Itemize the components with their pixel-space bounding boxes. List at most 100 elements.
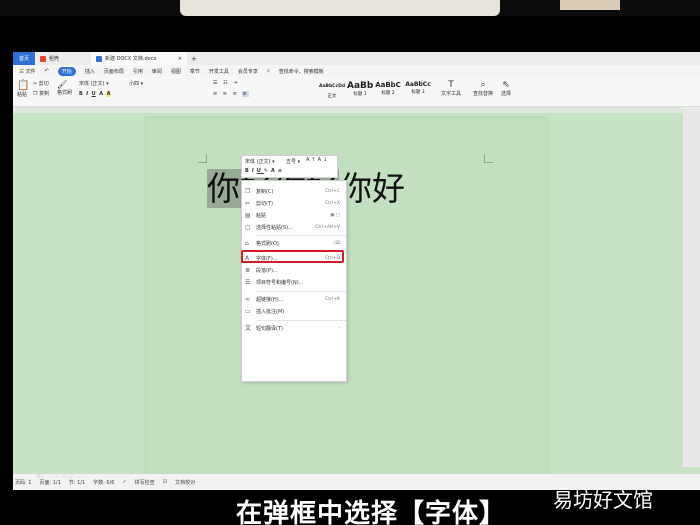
menu-item-copy[interactable]: ❐ 复制(C) Ctrl+C — [242, 186, 346, 197]
bold-icon[interactable]: B — [79, 91, 83, 97]
tab-home[interactable]: 首页 — [13, 52, 35, 65]
menu-item-paragraph[interactable]: ≣ 段落(P)... — [242, 265, 346, 276]
bullets-icon[interactable]: ☰ — [213, 80, 219, 86]
align-right-icon[interactable]: ≡ — [233, 91, 239, 97]
mini-underline-icon[interactable]: U — [257, 168, 264, 174]
menu-item-cut-label: 剪切(T) — [256, 201, 273, 207]
doc-check-icon[interactable]: ☑ — [163, 479, 167, 485]
menu-section[interactable]: 章节 — [190, 68, 200, 75]
spellcheck-icon[interactable]: ✓ — [122, 479, 126, 485]
justify-icon[interactable]: ≡ — [242, 91, 249, 97]
ribbon: 📋 粘贴 ✂ 剪切 ❐ 复制 🖌 格式刷 宋体 (正文) ▾ 小四 ▾ B I … — [13, 77, 700, 107]
mini-font-select[interactable]: 宋体 (正文) ▾ — [245, 158, 275, 165]
mini-align-icon[interactable]: ≡ — [278, 168, 285, 174]
paste-special-icon: ▢ — [245, 223, 251, 231]
font-size-select[interactable]: 小四 ▾ — [129, 80, 143, 87]
style-heading3[interactable]: AaBbCc 标题 3 — [405, 81, 431, 101]
font-name-value: 宋体 (正文) — [79, 81, 105, 87]
status-words[interactable]: 字数: 6/6 — [93, 479, 114, 486]
context-menu: ❐ 复制(C) Ctrl+C ✂ 剪切(T) Ctrl+X ▤ 粘贴 ▣ ▢ ▢ 选择性粘贴(… — [241, 180, 347, 382]
style-heading2-label: 标题 2 — [381, 91, 395, 96]
menu-item-paragraph-label: 段落(P)... — [256, 268, 278, 274]
menu-view[interactable]: 视图 — [171, 68, 181, 75]
video-caption-bar: 在弹框中选择【字体】 易坊好文馆 — [0, 488, 700, 525]
style-heading3-label: 标题 3 — [411, 90, 425, 95]
paste-button[interactable]: 📋 粘贴 — [17, 80, 29, 98]
style-heading2-preview: AaBbC — [375, 81, 401, 89]
menu-item-translate[interactable]: 文短句翻译(T) › — [242, 323, 346, 334]
menu-item-hyperlink-label: 超链接(H)... — [256, 297, 284, 303]
paste-label: 粘贴 — [17, 92, 28, 98]
menu-insert[interactable]: 插入 — [85, 68, 95, 75]
status-doc-check[interactable]: 文档校对 — [175, 479, 195, 486]
style-heading2[interactable]: AaBbC 标题 2 — [375, 81, 401, 101]
tab-document[interactable]: 新建 DOCX 文档.docx × — [91, 52, 187, 65]
mini-font-color-icon[interactable]: A — [271, 168, 278, 174]
align-center-icon[interactable]: ≡ — [223, 91, 229, 97]
menu-item-paste[interactable]: ▤ 粘贴 ▣ ▢ — [242, 210, 346, 221]
style-normal[interactable]: AaBbCcDd 正文 — [319, 81, 345, 101]
undo-icon[interactable]: ↶ — [45, 68, 49, 74]
style-heading1[interactable]: AaBb 标题 1 — [347, 81, 373, 101]
menu-item-cut[interactable]: ✂ 剪切(T) Ctrl+X — [242, 198, 346, 209]
menu-item-comment[interactable]: ▭ 插入批注(M) — [242, 306, 346, 317]
brush-icon: 🖌 — [57, 80, 68, 89]
text-tools-button[interactable]: T 文字工具 — [441, 80, 461, 97]
tab-docer[interactable]: 稻壳 — [35, 52, 91, 65]
align-left-icon[interactable]: ≡ — [213, 91, 219, 97]
mini-bold-icon[interactable]: B — [245, 168, 252, 174]
font-color-icon[interactable]: A — [99, 91, 103, 97]
style-normal-label: 正文 — [327, 94, 337, 99]
mini-toolbar: 宋体 (正文) ▾ 五号 ▾ A↑A↓ BIU✎A≡ — [241, 155, 338, 178]
unselected-text[interactable]: 你好 — [339, 169, 405, 208]
indent-icon[interactable]: ⇥ — [233, 80, 239, 86]
shrink-font-icon[interactable]: A↓ — [318, 157, 330, 163]
new-tab-icon[interactable]: + — [191, 55, 197, 63]
menu-review[interactable]: 审阅 — [152, 68, 162, 75]
mini-size-select[interactable]: 五号 ▾ — [286, 158, 300, 165]
status-spellcheck[interactable]: 拼写检查 — [135, 479, 155, 486]
menu-item-format-painter-label: 格式刷(O) — [256, 241, 279, 247]
menu-member[interactable]: 会员专享 — [238, 68, 258, 75]
search-box[interactable]: 查找命令、搜索模板 — [279, 68, 324, 75]
copy-button[interactable]: ❐ 复制 — [33, 90, 49, 97]
font-name-select[interactable]: 宋体 (正文) ▾ — [79, 80, 109, 87]
find-replace-button[interactable]: ⌕ 查找替换 — [473, 80, 493, 97]
italic-icon[interactable]: I — [86, 91, 88, 97]
underline-icon[interactable]: U — [92, 91, 96, 97]
format-painter-label: 格式刷 — [57, 90, 73, 96]
menu-file[interactable]: 三 文件 — [19, 68, 36, 75]
mini-highlight-icon[interactable]: ✎ — [264, 168, 271, 174]
menu-bar: 三 文件 ↶ 开始 插入 页面布局 引用 审阅 视图 章节 开发工具 会员专享 … — [13, 65, 700, 77]
menu-references[interactable]: 引用 — [133, 68, 143, 75]
menu-home[interactable]: 开始 — [57, 66, 76, 76]
mini-font-value: 宋体 (正文) — [245, 159, 271, 165]
format-painter-button[interactable]: 🖌 格式刷 — [57, 80, 72, 96]
copy-icon: ❐ — [245, 187, 251, 195]
grow-font-icon[interactable]: A↑ — [306, 157, 318, 163]
paste-options-icon[interactable]: ▣ ▢ — [330, 213, 340, 218]
menu-item-paste-special-label: 选择性粘贴(S)... — [256, 225, 293, 231]
menu-layout[interactable]: 页面布局 — [104, 68, 124, 75]
paper-object — [180, 0, 500, 16]
bullets-icon: ☰ — [245, 278, 251, 286]
menu-developer[interactable]: 开发工具 — [209, 68, 229, 75]
translate-icon: 文 — [245, 324, 252, 332]
highlight-icon[interactable]: A — [106, 91, 111, 97]
menu-item-bullets[interactable]: ☰ 项目符号和编号(N)... — [242, 277, 346, 288]
menu-item-bullets-label: 项目符号和编号(N)... — [256, 280, 304, 286]
cut-label: 剪切 — [38, 81, 49, 87]
menu-item-hyperlink[interactable]: ∞ 超链接(H)... Ctrl+K — [242, 294, 346, 305]
cut-button[interactable]: ✂ 剪切 — [33, 80, 49, 87]
link-icon: ∞ — [245, 295, 250, 303]
menu-separator — [256, 291, 346, 292]
menu-item-paste-special[interactable]: ▢ 选择性粘贴(S)... Ctrl+Alt+V — [242, 222, 346, 233]
menu-item-copy-label: 复制(C) — [256, 189, 274, 195]
search-icon[interactable]: ⌕ — [267, 68, 270, 74]
status-page[interactable]: 页码: 1 — [15, 479, 31, 486]
select-button[interactable]: ⇖ 选择 — [501, 80, 511, 97]
menu-item-format-painter[interactable]: ⌂ 格式刷(O) ⌫ — [242, 238, 346, 249]
close-icon[interactable]: × — [178, 56, 182, 62]
submenu-arrow-icon: › — [338, 326, 340, 331]
numbering-icon[interactable]: ☷ — [223, 80, 229, 86]
